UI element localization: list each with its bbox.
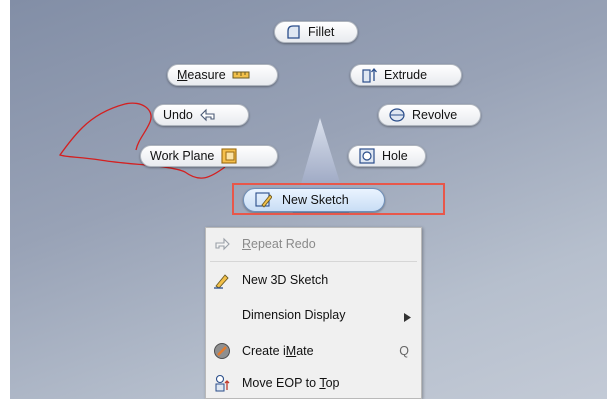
highlight-box (232, 183, 445, 215)
menu-item-move-eop-to-top[interactable]: Move EOP to Top (206, 367, 421, 399)
overflow-context-menu: Repeat Redo New 3D Sketch Dimension Disp… (205, 227, 422, 399)
menu-item-create-imate[interactable]: Create iMate Q (206, 335, 421, 367)
revolve-button[interactable]: Revolve (378, 104, 481, 126)
work-plane-button[interactable]: Work Plane (140, 145, 278, 167)
new-3d-sketch-label: New 3D Sketch (242, 273, 329, 287)
menu-item-new-3d-sketch[interactable]: New 3D Sketch (206, 264, 421, 296)
hole-icon (358, 147, 376, 165)
undo-label: Undo (163, 108, 193, 122)
repeat-redo-label: Repeat Redo (242, 237, 316, 251)
3d-sketch-pencil-icon (212, 270, 232, 290)
work-plane-icon (220, 147, 238, 165)
move-eop-icon (212, 373, 232, 393)
revolve-label: Revolve (412, 108, 458, 122)
menu-separator (210, 261, 417, 262)
hole-label: Hole (382, 149, 408, 163)
menu-item-repeat-redo[interactable]: Repeat Redo (206, 228, 421, 260)
dimension-display-label: Dimension Display (242, 308, 346, 322)
create-imate-shortcut: Q (399, 344, 409, 358)
measure-button[interactable]: Measure (167, 64, 278, 86)
menu-item-dimension-display[interactable]: Dimension Display (206, 299, 421, 331)
extrude-icon (360, 66, 378, 84)
repeat-redo-mnemonic: R (242, 237, 252, 251)
move-eop-label: Move EOP to Top (242, 376, 340, 390)
extrude-label: Extrude (384, 68, 428, 82)
fillet-button[interactable]: Fillet (274, 21, 358, 43)
work-plane-label: Work Plane (150, 149, 215, 163)
submenu-arrow-icon (404, 311, 411, 325)
create-imate-mnemonic: M (285, 344, 297, 358)
hole-button[interactable]: Hole (348, 145, 426, 167)
redo-arrow-icon (212, 234, 232, 254)
imate-icon (212, 341, 232, 361)
ruler-icon (232, 66, 250, 84)
move-eop-pre: Move EOP to (242, 376, 320, 390)
undo-arrow-icon (199, 106, 217, 124)
undo-button[interactable]: Undo (153, 104, 249, 126)
graphics-viewport[interactable]: Fillet Measure Extrude Undo Revolve Work… (10, 0, 607, 399)
revolve-icon (388, 106, 406, 124)
create-imate-rest: ate (296, 344, 314, 358)
measure-mnemonic: M (177, 68, 188, 82)
measure-label: Measure (177, 68, 226, 82)
create-imate-pre: Create i (242, 344, 286, 358)
fillet-icon (284, 23, 302, 41)
move-eop-rest: op (325, 376, 340, 390)
measure-label-rest: easure (187, 68, 226, 82)
create-imate-label: Create iMate (242, 344, 314, 358)
fillet-label: Fillet (308, 25, 335, 39)
repeat-redo-rest: epeat Redo (251, 237, 316, 251)
extrude-button[interactable]: Extrude (350, 64, 462, 86)
